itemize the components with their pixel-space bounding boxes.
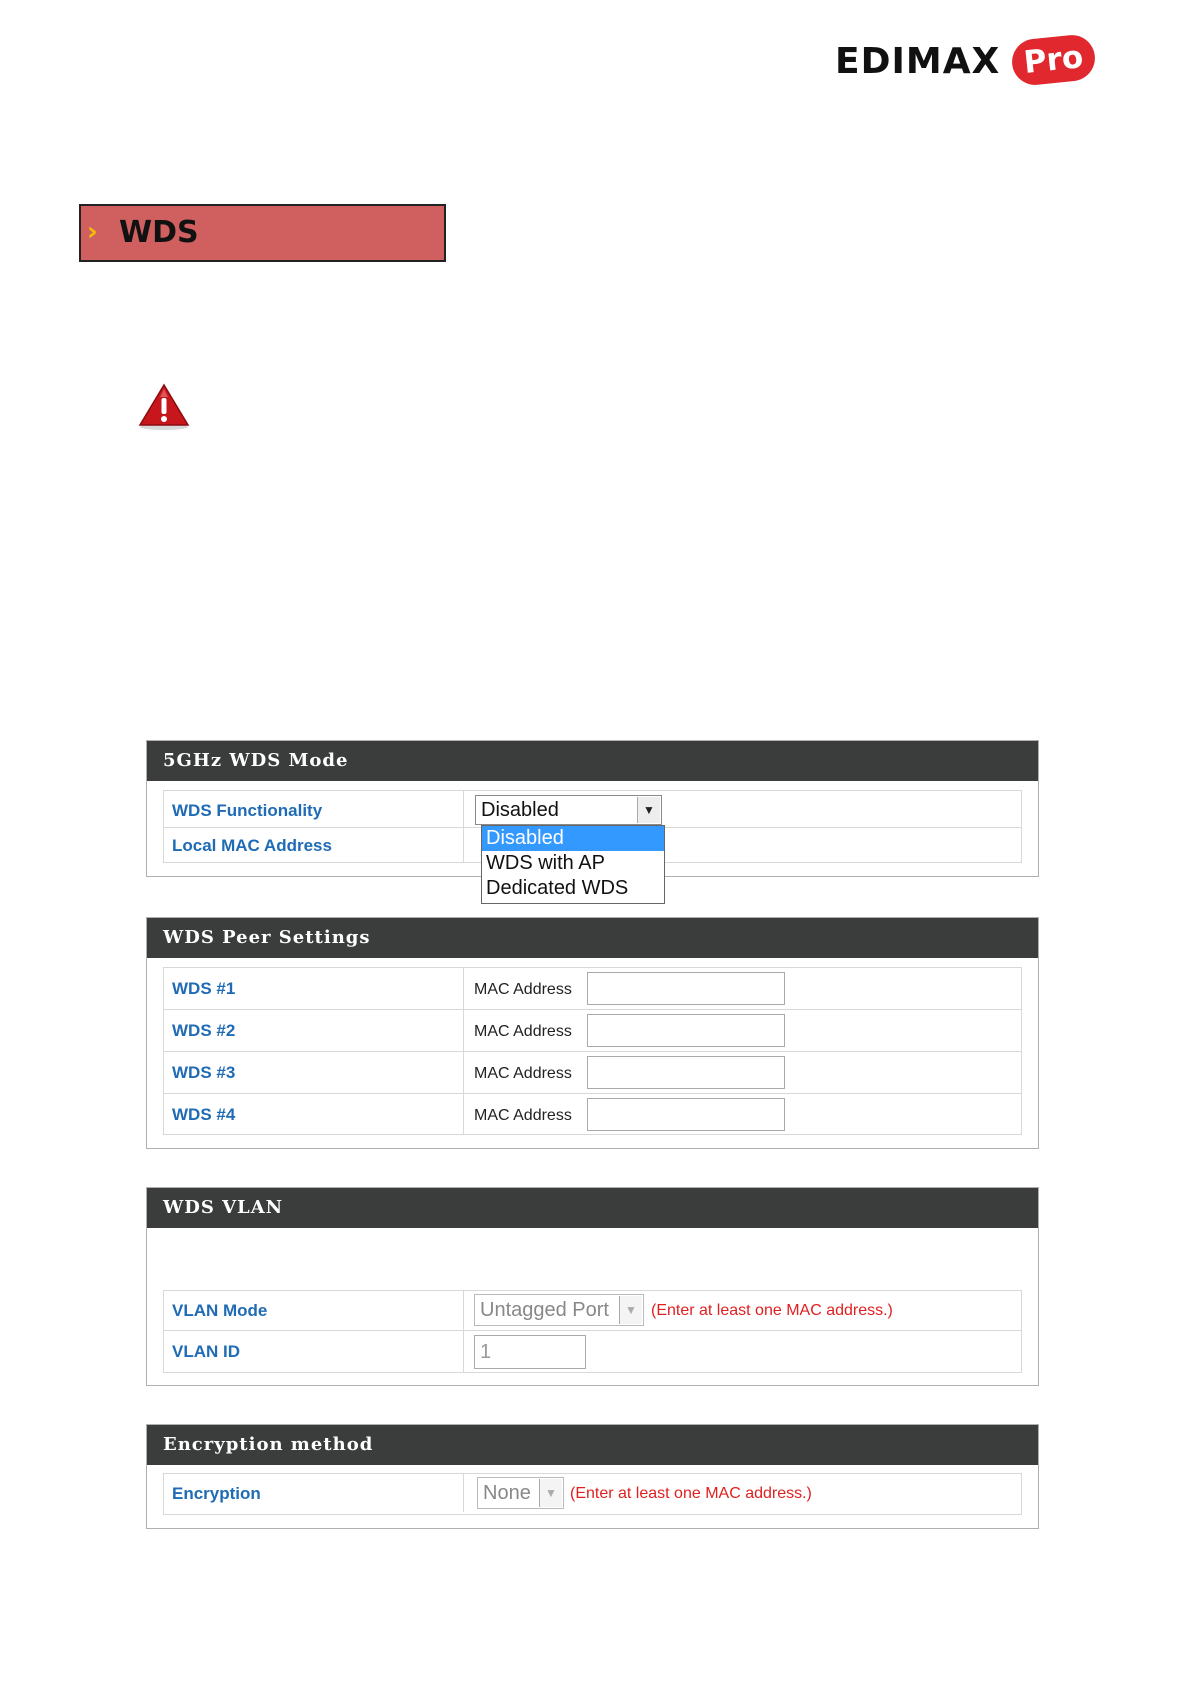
vlan-mode-value: Untagged Port — [480, 1299, 609, 1321]
peer-mac-input[interactable] — [587, 1098, 785, 1131]
wds-functionality-label: WDS Functionality — [172, 801, 323, 820]
panel-header: WDS Peer Settings — [147, 918, 1038, 958]
vlan-id-label: VLAN ID — [172, 1342, 240, 1361]
vlan-mode-hint: (Enter at least one MAC address.) — [651, 1302, 893, 1319]
panel-header: WDS VLAN — [147, 1188, 1038, 1228]
chevron-down-icon[interactable]: ▼ — [619, 1296, 642, 1324]
peer-mac-input[interactable] — [587, 1056, 785, 1089]
vlan-mode-select[interactable]: Untagged Port ▼ — [474, 1294, 644, 1326]
encryption-value: None — [483, 1482, 531, 1504]
peer-label: WDS #4 — [172, 1105, 236, 1124]
dropdown-option-disabled[interactable]: Disabled — [482, 826, 664, 851]
encryption-select[interactable]: None ▼ — [477, 1477, 564, 1509]
logo-pro-badge: Pro — [1009, 32, 1098, 88]
wds-functionality-row: WDS Functionality Disabled ▼ — [164, 791, 1021, 827]
vlan-id-input[interactable]: 1 — [474, 1335, 586, 1369]
peer-row: WDS #4 MAC Address — [164, 1093, 1021, 1135]
vlan-id-row: VLAN ID 1 — [164, 1330, 1021, 1372]
peer-row: WDS #1 MAC Address — [164, 968, 1021, 1009]
peer-row: WDS #2 MAC Address — [164, 1009, 1021, 1051]
local-mac-label: Local MAC Address — [172, 836, 332, 855]
mac-address-label: MAC Address — [474, 1023, 572, 1040]
peer-row: WDS #3 MAC Address — [164, 1051, 1021, 1093]
peer-label: WDS #3 — [172, 1063, 236, 1082]
encryption-row: Encryption None ▼ (Enter at least one MA… — [164, 1474, 1021, 1512]
wds-functionality-value: Disabled — [481, 799, 559, 821]
section-banner: › WDS — [79, 204, 446, 262]
logo-brand-text: EDIMAX — [835, 41, 1001, 82]
encryption-hint: (Enter at least one MAC address.) — [570, 1485, 812, 1502]
vlan-mode-row: VLAN Mode Untagged Port ▼ (Enter at leas… — [164, 1291, 1021, 1330]
mac-address-label: MAC Address — [474, 1065, 572, 1082]
dropdown-option-wds-with-ap[interactable]: WDS with AP — [482, 851, 664, 876]
warning-triangle-icon — [138, 383, 190, 430]
wds-vlan-panel: WDS VLAN VLAN Mode Untagged Port ▼ (Ente… — [146, 1187, 1039, 1386]
wds-functionality-select[interactable]: Disabled ▼ — [475, 795, 662, 825]
panel-header: 5GHz WDS Mode — [147, 741, 1038, 781]
peer-mac-input[interactable] — [587, 1014, 785, 1047]
banner-arrow-icon: › — [87, 217, 98, 247]
mac-address-label: MAC Address — [474, 1107, 572, 1124]
mac-address-label: MAC Address — [474, 981, 572, 998]
chevron-down-icon[interactable]: ▼ — [539, 1479, 562, 1507]
chevron-down-icon[interactable]: ▼ — [637, 797, 660, 823]
panel-header: Encryption method — [147, 1425, 1038, 1465]
peer-label: WDS #2 — [172, 1021, 236, 1040]
section-title: WDS — [119, 215, 199, 250]
peer-mac-input[interactable] — [587, 972, 785, 1005]
dropdown-option-dedicated-wds[interactable]: Dedicated WDS — [482, 876, 664, 901]
encryption-panel: Encryption method Encryption None ▼ (Ent… — [146, 1424, 1039, 1529]
peer-label: WDS #1 — [172, 979, 236, 998]
vlan-mode-label: VLAN Mode — [172, 1301, 268, 1320]
wds-peer-panel: WDS Peer Settings WDS #1 MAC Address WDS… — [146, 917, 1039, 1149]
encryption-label: Encryption — [172, 1484, 261, 1503]
wds-mode-panel: 5GHz WDS Mode WDS Functionality Disabled… — [146, 740, 1039, 904]
edimax-pro-logo: EDIMAX Pro — [835, 32, 1098, 88]
wds-functionality-dropdown[interactable]: Disabled WDS with AP Dedicated WDS — [481, 825, 665, 904]
